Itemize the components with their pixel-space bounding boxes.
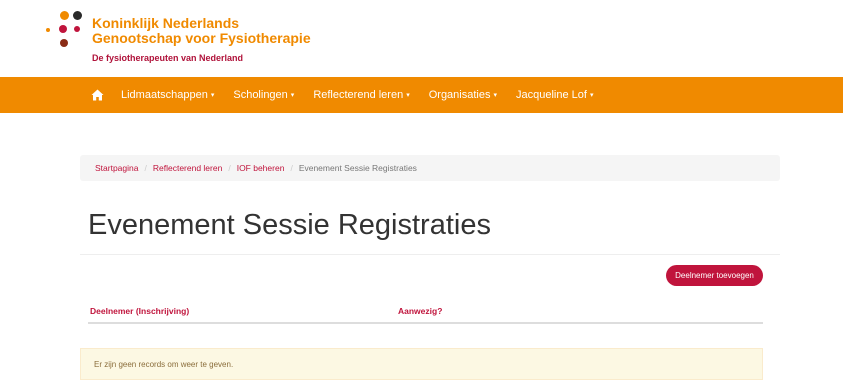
breadcrumb-link-iof-beheren[interactable]: IOF beheren [237, 163, 285, 173]
chevron-down-icon: ▾ [210, 92, 215, 100]
chevron-down-icon: ▾ [290, 92, 295, 100]
chevron-down-icon: ▾ [589, 92, 594, 100]
table-header: Deelnemer (Inschrijving) Aanwezig? [88, 300, 763, 324]
nav-item-user-menu[interactable]: Jacqueline Lof ▾ [516, 89, 593, 101]
page-title: Evenement Sessie Registraties [88, 209, 491, 241]
empty-records-notice: Er zijn geen records om weer te geven. [80, 348, 763, 380]
nav-item-label: Jacqueline Lof [516, 89, 587, 101]
chevron-down-icon: ▾ [493, 92, 497, 100]
column-header-present[interactable]: Aanwezig? [398, 306, 442, 316]
breadcrumb-separator: / [290, 163, 293, 173]
nav-item-reflecterend-leren[interactable]: Reflecterend leren ▾ [313, 89, 409, 101]
nav-item-label: Organisaties [428, 89, 491, 101]
nav-item-lidmaatschappen[interactable]: Lidmaatschappen ▾ [121, 89, 214, 101]
breadcrumb-separator: / [228, 163, 231, 173]
breadcrumb-current: Evenement Sessie Registraties [298, 163, 417, 173]
site-header: Koninklijk Nederlands Genootschap voor F… [0, 0, 843, 77]
title-divider [80, 254, 780, 255]
nav-item-organisaties[interactable]: Organisaties ▾ [429, 89, 497, 101]
add-participant-button[interactable]: Deelnemer toevoegen [666, 265, 763, 286]
logo-icon[interactable] [46, 10, 82, 54]
column-header-participant[interactable]: Deelnemer (Inschrijving) [90, 306, 189, 316]
nav-item-label: Reflecterend leren [313, 89, 404, 101]
logo-line-1: Koninklijk Nederlands [92, 15, 240, 31]
nav-menu: Lidmaatschappen ▾ Scholingen ▾ Reflecteren… [90, 77, 612, 113]
nav-item-label: Lidmaatschappen [121, 89, 208, 101]
nav-item-label: Scholingen [233, 89, 288, 101]
breadcrumb-link-reflecterend-leren[interactable]: Reflecterend leren [153, 163, 222, 173]
breadcrumb: Startpagina / Reflecterend leren / IOF b… [80, 155, 780, 181]
breadcrumb-link-startpagina[interactable]: Startpagina [95, 163, 138, 173]
nav-item-scholingen[interactable]: Scholingen ▾ [233, 89, 294, 101]
logo-wordmark[interactable]: Koninklijk Nederlands Genootschap voor F… [92, 16, 311, 46]
logo-line-2: Genootschap voor Fysiotherapie [92, 30, 311, 46]
tagline: De fysiotherapeuten van Nederland [92, 53, 244, 63]
home-icon[interactable] [90, 88, 104, 102]
main-navbar: Lidmaatschappen ▾ Scholingen ▾ Reflecteren… [0, 77, 843, 113]
chevron-down-icon: ▾ [406, 92, 410, 100]
empty-records-message: Er zijn geen records om weer te geven. [94, 359, 234, 369]
breadcrumb-separator: / [144, 163, 147, 173]
